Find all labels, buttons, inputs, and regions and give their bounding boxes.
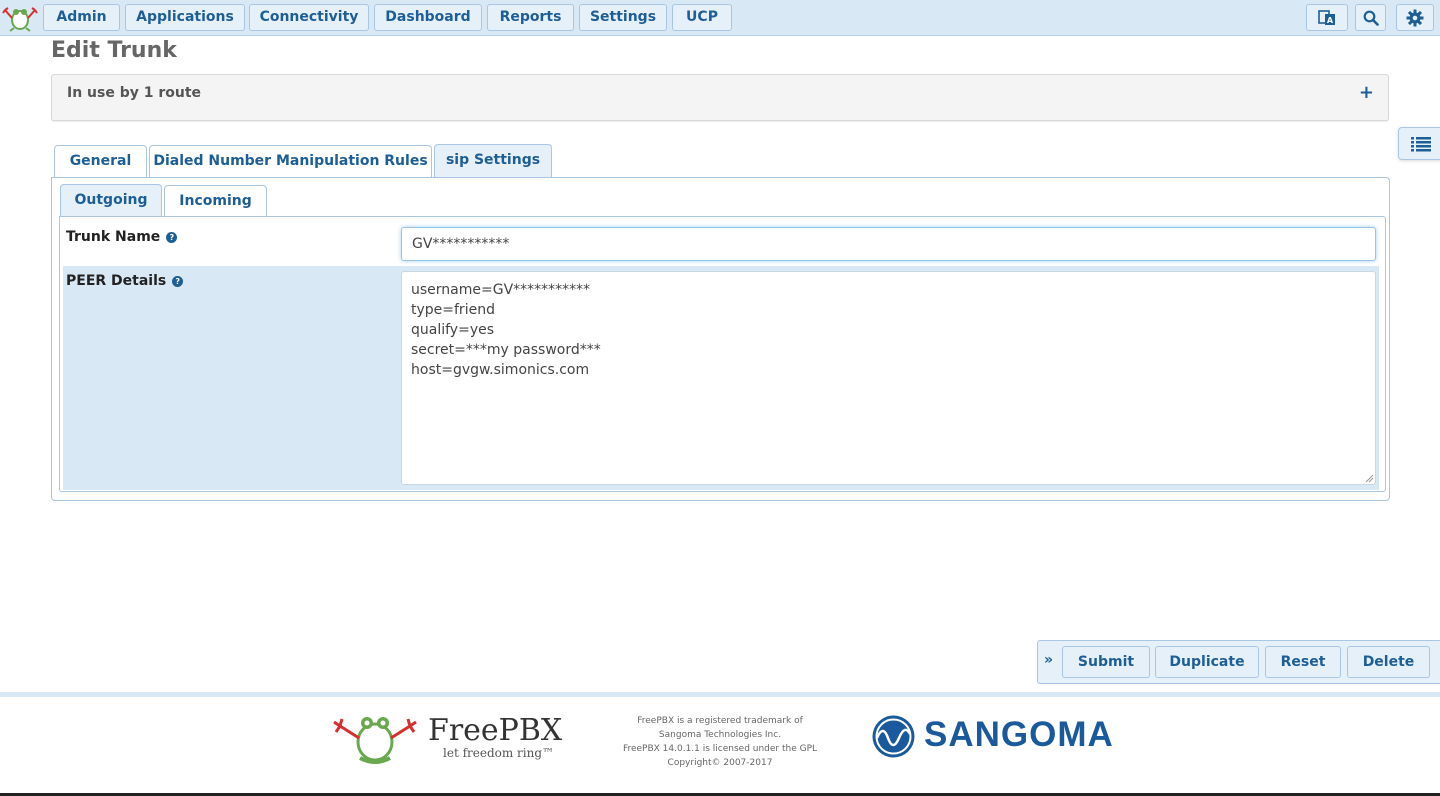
trunk-name-label: Trunk Name ? xyxy=(66,229,178,245)
tab-dialed-number-rules[interactable]: Dialed Number Manipulation Rules xyxy=(149,145,432,178)
duplicate-button[interactable]: Duplicate xyxy=(1155,646,1259,678)
search-icon xyxy=(1363,10,1379,26)
tab-sip-settings[interactable]: sip Settings xyxy=(434,144,552,178)
nav-dashboard[interactable]: Dashboard xyxy=(374,4,482,31)
submit-button[interactable]: Submit xyxy=(1062,646,1150,678)
top-navbar: Admin Applications Connectivity Dashboar… xyxy=(0,0,1440,36)
freepbx-logo-icon[interactable] xyxy=(2,4,38,32)
freepbx-tagline: let freedom ring™ xyxy=(443,746,555,760)
svg-text:A: A xyxy=(1327,16,1334,25)
resize-grip-icon[interactable] xyxy=(1365,474,1374,483)
language-button[interactable]: A xyxy=(1306,4,1348,31)
page-title: Edit Trunk xyxy=(51,38,177,63)
nav-applications[interactable]: Applications xyxy=(125,4,245,31)
tab-general[interactable]: General xyxy=(54,145,147,178)
legal-line: Copyright© 2007-2017 xyxy=(667,758,773,768)
settings-button[interactable] xyxy=(1396,4,1434,31)
nav-admin[interactable]: Admin xyxy=(43,4,120,31)
nav-connectivity[interactable]: Connectivity xyxy=(249,4,369,31)
language-icon: A xyxy=(1318,9,1335,25)
nav-reports[interactable]: Reports xyxy=(487,4,574,31)
trunk-name-input[interactable]: GV*********** xyxy=(401,227,1376,261)
legal-text: FreePBX is a registered trademark of San… xyxy=(610,714,830,770)
peer-details-label: PEER Details ? xyxy=(66,273,184,289)
help-icon[interactable]: ? xyxy=(172,275,184,287)
nav-settings[interactable]: Settings xyxy=(579,4,667,31)
sangoma-globe-icon[interactable] xyxy=(871,714,916,759)
sangoma-brand[interactable]: SANGOMA xyxy=(924,715,1114,755)
expand-plus-icon[interactable]: + xyxy=(1359,82,1374,103)
subtab-incoming[interactable]: Incoming xyxy=(164,185,267,217)
side-panel-toggle[interactable] xyxy=(1398,127,1440,160)
freepbx-frog-logo-icon[interactable] xyxy=(330,712,420,766)
legal-line: FreePBX is a registered trademark of xyxy=(637,716,803,726)
delete-button[interactable]: Delete xyxy=(1347,646,1430,678)
peer-details-textarea[interactable]: username=GV*********** type=friend quali… xyxy=(401,271,1376,485)
trunk-name-label-text: Trunk Name xyxy=(66,229,161,245)
in-use-text: In use by 1 route xyxy=(67,85,202,101)
freepbx-brand: FreePBX xyxy=(428,713,563,748)
reset-button[interactable]: Reset xyxy=(1265,646,1341,678)
in-use-panel[interactable]: In use by 1 route + xyxy=(51,74,1389,121)
help-icon[interactable]: ? xyxy=(166,231,178,243)
list-icon xyxy=(1410,136,1431,151)
nav-ucp[interactable]: UCP xyxy=(672,4,732,31)
subtab-outgoing[interactable]: Outgoing xyxy=(60,184,162,217)
legal-line: Sangoma Technologies Inc. xyxy=(658,730,782,740)
action-bar-expand-icon[interactable]: » xyxy=(1044,652,1053,668)
peer-details-label-text: PEER Details xyxy=(66,273,167,289)
search-button[interactable] xyxy=(1355,4,1386,31)
legal-line[interactable]: FreePBX 14.0.1.1 is licensed under the G… xyxy=(610,742,830,756)
gear-icon xyxy=(1406,9,1424,26)
